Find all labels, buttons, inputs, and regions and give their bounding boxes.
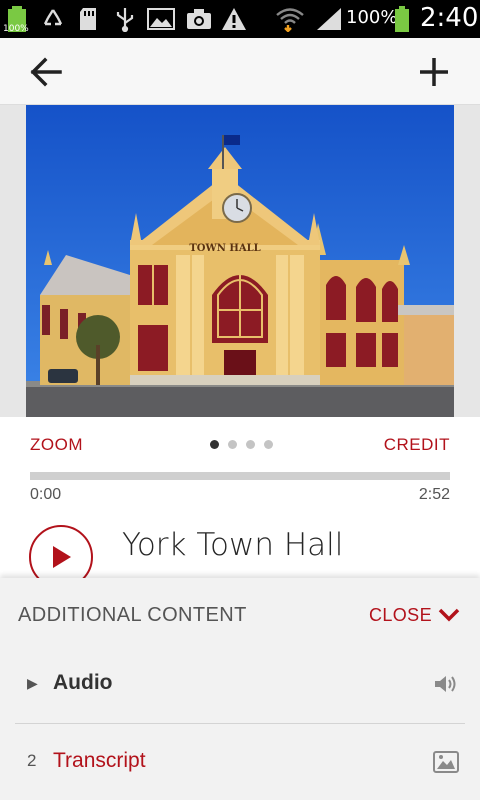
time-total: 2:52 xyxy=(418,486,450,503)
app-bar xyxy=(0,38,480,105)
list-item-transcript[interactable]: 2 Transcript xyxy=(15,733,465,793)
additional-content-panel: ADDITIONAL CONTENT CLOSE ▶ Audio 2 Trans… xyxy=(0,578,480,800)
wifi-icon xyxy=(274,6,306,32)
carousel-dot[interactable] xyxy=(228,440,237,449)
battery-small-label: 100% xyxy=(3,24,29,34)
play-icon xyxy=(53,546,71,568)
carousel-dot[interactable] xyxy=(264,440,273,449)
list-item-audio[interactable]: ▶ Audio xyxy=(15,655,465,715)
back-button[interactable] xyxy=(24,50,68,94)
clock: 2:40 xyxy=(420,3,479,33)
chevron-down-icon xyxy=(438,608,460,622)
zoom-button[interactable]: ZOOM xyxy=(30,435,83,455)
carousel-indicator xyxy=(210,440,273,449)
carousel-dot[interactable] xyxy=(210,440,219,449)
image-icon xyxy=(433,749,459,775)
close-label: CLOSE xyxy=(368,604,432,625)
arrow-left-icon xyxy=(30,57,62,87)
building-sign: TOWN HALL xyxy=(189,243,260,254)
expand-marker: ▶ xyxy=(27,675,38,691)
credit-button[interactable]: CREDIT xyxy=(384,435,450,455)
list-item-label: Transcript xyxy=(53,749,146,772)
recycle-icon xyxy=(40,6,66,32)
progress-bar[interactable] xyxy=(30,472,450,480)
add-button[interactable] xyxy=(412,50,456,94)
battery-percent: 100% xyxy=(346,7,398,28)
stop-title: York Town Hall xyxy=(122,527,344,563)
divider xyxy=(15,723,465,724)
camera-icon xyxy=(184,6,214,32)
battery-icon xyxy=(392,6,412,32)
media-controls: ZOOM CREDIT 0:00 2:52 York Town Hall xyxy=(0,417,480,589)
status-bar: 100% 100% 2:40 xyxy=(0,0,480,38)
image-icon xyxy=(146,6,176,32)
item-number: 2 xyxy=(27,751,37,770)
time-current: 0:00 xyxy=(30,486,62,503)
sd-card-icon xyxy=(76,6,100,32)
carousel-dot[interactable] xyxy=(246,440,255,449)
list-item-label: Audio xyxy=(53,671,113,694)
usb-icon xyxy=(112,6,138,32)
warning-icon xyxy=(220,6,248,32)
photo-area: TOWN HALL xyxy=(0,105,480,417)
plus-icon xyxy=(420,58,448,86)
additional-content-heading: ADDITIONAL CONTENT xyxy=(18,604,247,626)
close-button[interactable]: CLOSE xyxy=(369,602,460,628)
town-hall-photo[interactable]: TOWN HALL xyxy=(26,105,454,417)
signal-icon xyxy=(314,6,344,32)
speaker-icon xyxy=(433,671,459,697)
